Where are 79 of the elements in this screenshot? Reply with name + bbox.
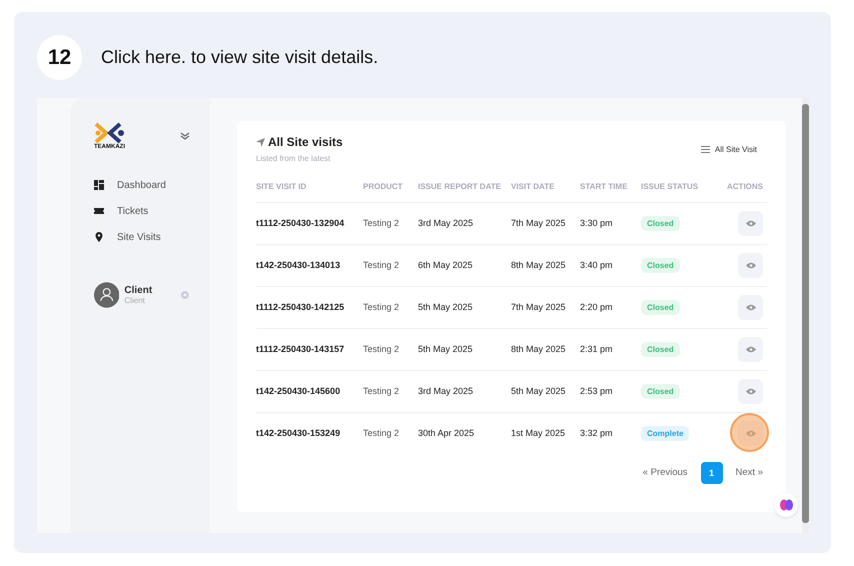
menu-icon — [700, 146, 710, 153]
next-link[interactable]: Next » — [732, 467, 767, 478]
status-badge: Closed — [641, 258, 680, 273]
table-cell: 5th May 2025 — [511, 386, 566, 396]
filter-button[interactable]: All Site Visit — [700, 145, 767, 154]
table-cell: 3:32 pm — [580, 428, 613, 438]
table-cell: 2:31 pm — [580, 344, 613, 354]
scrollbar[interactable] — [802, 98, 809, 533]
status-badge: Closed — [641, 384, 680, 399]
eye-icon — [746, 346, 756, 353]
column-header: START TIME — [580, 182, 628, 191]
table-cell: 3rd May 2025 — [418, 386, 474, 396]
previous-link[interactable]: « Previous — [638, 467, 692, 478]
table-cell: 30th Apr 2025 — [418, 428, 474, 438]
instruction-text: Click here. to view site visit details. — [101, 47, 378, 68]
table-cell: 3:30 pm — [580, 218, 613, 228]
eye-icon — [746, 262, 756, 269]
table-cell: 6th May 2025 — [418, 260, 473, 270]
navigation-arrow-icon — [256, 138, 265, 146]
view-button[interactable] — [738, 336, 763, 362]
user-role: Client — [124, 296, 146, 305]
status-badge: Complete — [641, 426, 690, 441]
chevron-down-icon[interactable] — [180, 132, 190, 140]
column-header: SITE VISIT ID — [256, 182, 306, 191]
card-subtitle: Listed from the latest — [256, 154, 332, 163]
table-cell: 3rd May 2025 — [418, 218, 474, 228]
table-cell: t1112-250430-142125 — [256, 302, 344, 312]
table-cell: t1112-250430-132904 — [256, 218, 344, 228]
table-cell: 7th May 2025 — [511, 302, 566, 312]
table-cell: 8th May 2025 — [511, 260, 566, 270]
ticket-icon — [94, 206, 104, 216]
eye-icon — [746, 220, 756, 227]
column-header: VISIT DATE — [511, 182, 554, 191]
nav-item[interactable]: Site Visits — [94, 230, 190, 244]
dashboard-icon — [94, 180, 104, 190]
column-header: ACTIONS — [727, 182, 763, 191]
table-cell: 2:53 pm — [580, 386, 613, 396]
brain-icon — [780, 499, 792, 511]
column-header: ISSUE REPORT DATE — [418, 182, 501, 191]
column-header: PRODUCT — [363, 182, 403, 191]
eye-icon — [746, 430, 756, 437]
view-button[interactable] — [738, 378, 763, 404]
nav-item[interactable]: Tickets — [94, 204, 190, 218]
table-cell: Testing 2 — [363, 260, 400, 270]
status-badge: Closed — [641, 342, 680, 357]
assistant-button[interactable] — [774, 493, 798, 517]
view-button[interactable] — [738, 294, 763, 320]
column-header: ISSUE STATUS — [641, 182, 698, 191]
table-cell: 5th May 2025 — [418, 302, 473, 312]
logo-icon — [94, 122, 126, 144]
avatar-icon — [94, 282, 120, 308]
table-cell: Testing 2 — [363, 428, 400, 438]
table-cell: 1st May 2025 — [511, 428, 566, 438]
table-cell: Testing 2 — [363, 218, 400, 228]
view-button[interactable] — [738, 420, 763, 446]
table-cell: 7th May 2025 — [511, 218, 566, 228]
view-button[interactable] — [738, 252, 763, 278]
location-pin-icon — [94, 232, 104, 242]
table-cell: Testing 2 — [363, 386, 400, 396]
card-title: All Site visits — [268, 135, 343, 149]
user-name: Client — [124, 285, 154, 296]
status-badge: Closed — [641, 300, 680, 315]
table-cell: Testing 2 — [363, 302, 400, 312]
step-number: 12 — [37, 35, 82, 80]
nav-item[interactable]: Dashboard — [94, 178, 190, 192]
table-cell: t142-250430-145600 — [256, 386, 340, 396]
view-button[interactable] — [738, 210, 763, 236]
status-badge: Closed — [641, 216, 680, 231]
table-cell: 3:40 pm — [580, 260, 613, 270]
table-cell: t142-250430-134013 — [256, 260, 340, 270]
eye-icon — [746, 388, 756, 395]
table-cell: 5th May 2025 — [418, 344, 473, 354]
settings-icon[interactable] — [180, 290, 190, 300]
table-cell: 2:20 pm — [580, 302, 613, 312]
table-cell: t1112-250430-143157 — [256, 344, 344, 354]
eye-icon — [746, 304, 756, 311]
table-cell: t142-250430-153249 — [256, 428, 340, 438]
table-cell: Testing 2 — [363, 344, 400, 354]
table-cell: 8th May 2025 — [511, 344, 566, 354]
